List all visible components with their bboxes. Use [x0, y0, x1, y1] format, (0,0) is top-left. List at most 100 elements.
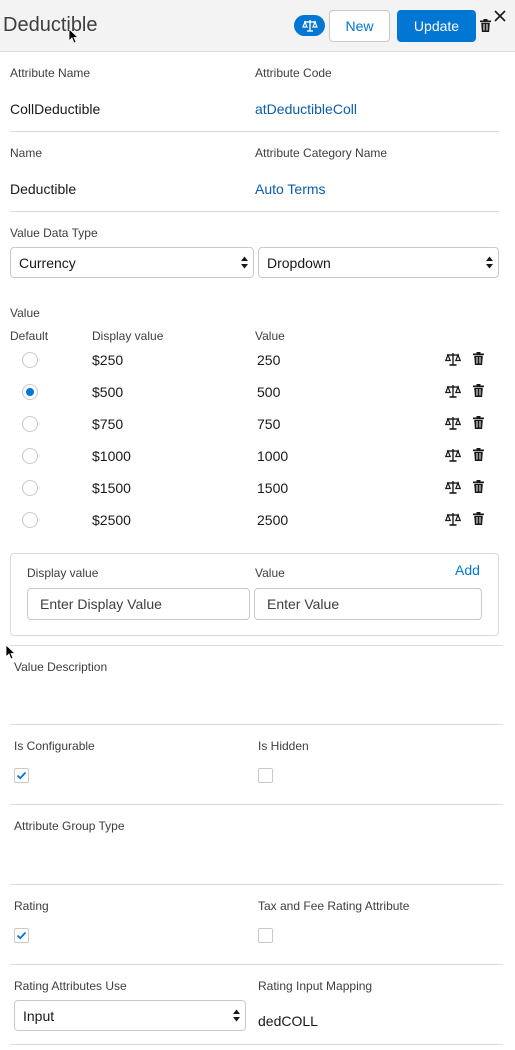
is-configurable-checkbox[interactable] [14, 768, 29, 783]
divider [10, 211, 499, 212]
rating-use-select[interactable]: Input [14, 1000, 246, 1031]
delete-row-button[interactable] [473, 416, 484, 434]
input-type-value: Dropdown [267, 254, 331, 271]
value-cell: 250 [257, 352, 281, 368]
input-type-select[interactable]: Dropdown [258, 247, 499, 278]
value-cell: 1000 [257, 448, 289, 464]
trash-icon [473, 384, 484, 397]
divider [10, 645, 503, 646]
rating-row-button[interactable] [444, 512, 462, 531]
value-cell: 1500 [257, 480, 289, 496]
is-hidden-checkbox[interactable] [258, 768, 273, 783]
category-link[interactable]: Auto Terms [255, 181, 326, 197]
column-default: Default [10, 329, 49, 343]
data-type-value: Currency [19, 254, 76, 271]
is-configurable-label: Is Configurable [14, 739, 95, 753]
scale-icon [444, 353, 462, 366]
close-icon [494, 10, 506, 22]
trash-icon [473, 480, 484, 493]
column-value: Value [255, 329, 285, 343]
update-button[interactable]: Update [397, 10, 476, 42]
value-cell: 2500 [257, 512, 289, 528]
rating-row-button[interactable] [444, 384, 462, 403]
add-display-label: Display value [27, 566, 99, 580]
default-radio[interactable] [22, 416, 38, 432]
value-row: $500 500 [0, 376, 508, 408]
value-row: $1500 1500 [0, 472, 508, 504]
delete-row-button[interactable] [473, 352, 484, 370]
tax-fee-rating-checkbox[interactable] [258, 928, 273, 943]
select-arrows-icon [241, 256, 248, 269]
name-label: Name [10, 146, 43, 160]
divider [10, 724, 503, 725]
rating-row-button[interactable] [444, 416, 462, 435]
rating-use-label: Rating Attributes Use [14, 979, 127, 993]
value-row: $250 250 [0, 344, 508, 376]
default-radio[interactable] [22, 448, 38, 464]
scale-icon [444, 513, 462, 526]
attribute-name-label: Attribute Name [10, 66, 91, 80]
checkmark-icon [16, 771, 27, 780]
select-arrows-icon [233, 1009, 240, 1022]
rating-row-button[interactable] [444, 448, 462, 467]
rating-row-button[interactable] [444, 480, 462, 499]
rating-mapping-label: Rating Input Mapping [258, 979, 373, 993]
tax-fee-rating-label: Tax and Fee Rating Attribute [258, 899, 410, 913]
panel-header: Deductible New Update [0, 0, 515, 52]
new-button[interactable]: New [329, 10, 390, 42]
value-row: $2500 2500 [0, 504, 508, 536]
attribute-code-link[interactable]: atDeductibleColl [255, 101, 357, 117]
rating-label: Rating [14, 899, 49, 913]
divider [10, 884, 503, 885]
attribute-properties-panel: Value Description Is Configurable Is Hid… [0, 640, 515, 1050]
data-type-label: Value Data Type [10, 226, 98, 240]
delete-row-button[interactable] [473, 384, 484, 402]
value-input[interactable] [254, 588, 482, 620]
rating-row-button[interactable] [444, 352, 462, 371]
delete-row-button[interactable] [473, 512, 484, 530]
default-radio[interactable] [22, 480, 38, 496]
scale-icon [301, 20, 318, 32]
column-display-value: Display value [92, 329, 164, 343]
value-description-label: Value Description [14, 660, 108, 674]
default-radio[interactable] [22, 384, 38, 400]
trash-icon [473, 352, 484, 365]
close-button[interactable] [493, 9, 507, 28]
default-radio[interactable] [22, 512, 38, 528]
default-radio[interactable] [22, 352, 38, 368]
data-type-select[interactable]: Currency [10, 247, 254, 278]
scale-icon [444, 385, 462, 398]
delete-row-button[interactable] [473, 448, 484, 466]
value-row: $750 750 [0, 408, 508, 440]
display-value-cell: $2500 [92, 512, 131, 528]
add-value-label: Value [255, 566, 285, 580]
delete-row-button[interactable] [473, 480, 484, 498]
page-title: Deductible [3, 14, 98, 36]
select-arrows-icon [486, 256, 493, 269]
value-cell: 500 [257, 384, 281, 400]
rating-mapping-value: dedCOLL [258, 1013, 318, 1029]
attribute-group-type-label: Attribute Group Type [14, 819, 125, 833]
divider [10, 964, 503, 965]
scale-icon [444, 417, 462, 430]
attribute-detail-panel: Deductible New Update Attribute Name Att… [0, 0, 515, 640]
value-cell: 750 [257, 416, 281, 432]
trash-icon [473, 448, 484, 461]
display-value-input[interactable] [27, 588, 250, 620]
display-value-cell: $500 [92, 384, 124, 400]
values-section-label: Value [10, 306, 40, 320]
add-value-button[interactable]: Add [455, 562, 480, 578]
is-hidden-label: Is Hidden [258, 739, 309, 753]
display-value-cell: $1500 [92, 480, 131, 496]
attribute-code-label: Attribute Code [255, 66, 332, 80]
rating-badge[interactable] [294, 15, 325, 36]
delete-attribute-button[interactable] [480, 19, 491, 37]
rating-use-value: Input [23, 1007, 55, 1024]
display-value-cell: $750 [92, 416, 124, 432]
attribute-name-value: CollDeductible [10, 101, 101, 117]
trash-icon [480, 19, 491, 32]
scale-icon [444, 481, 462, 494]
rating-checkbox[interactable] [14, 928, 29, 943]
trash-icon [473, 416, 484, 429]
name-value: Deductible [10, 181, 77, 197]
